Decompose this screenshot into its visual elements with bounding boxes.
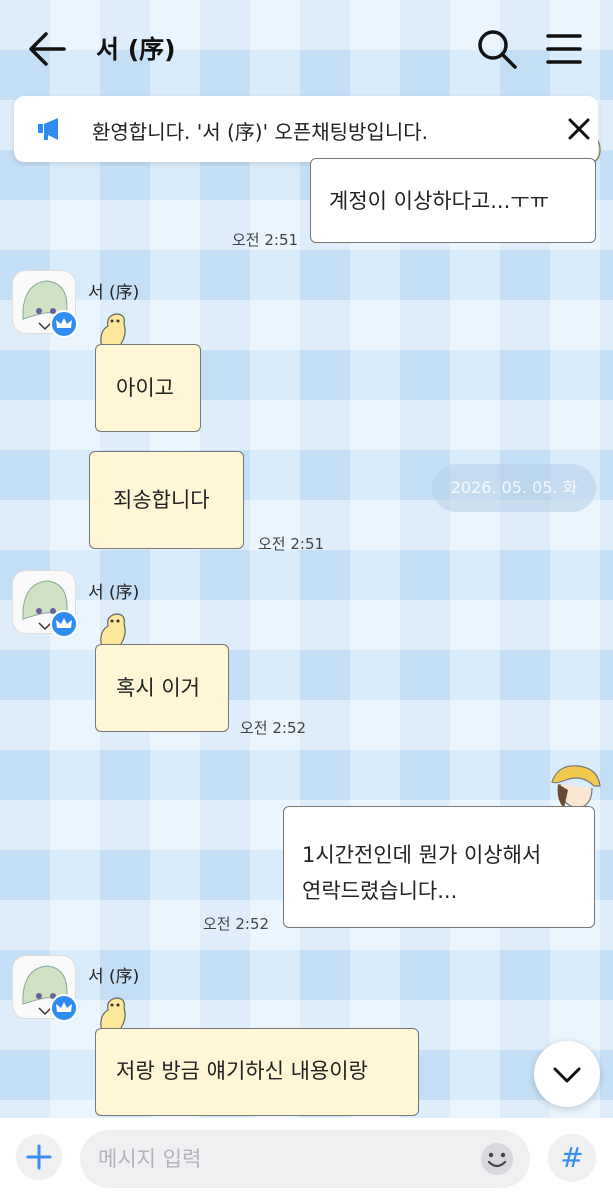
message-bubble-incoming[interactable]: 저랑 방금 얘기하신 내용이랑 [95, 1028, 419, 1116]
message-bubble-incoming[interactable]: 죄송합니다 [89, 451, 244, 549]
message-text: 죄송합니다 [113, 488, 210, 512]
back-arrow-icon[interactable] [24, 28, 70, 70]
scroll-to-bottom-button[interactable] [534, 1041, 600, 1107]
composer-bar: # [0, 1118, 613, 1200]
attach-button[interactable] [16, 1134, 62, 1180]
megaphone-icon [38, 118, 58, 140]
message-time: 오전 2:51 [258, 535, 325, 553]
sender-sticker-icon [551, 765, 601, 809]
message-text: 계정이 이상하다고...ㅜㅠ [329, 189, 549, 213]
sender-name: 서 (序) [88, 967, 140, 987]
top-bar: 서 (序) [0, 0, 613, 100]
message-text: 저랑 방금 얘기하신 내용이랑 [116, 1059, 368, 1083]
menu-icon[interactable] [542, 28, 586, 70]
plus-icon [26, 1144, 52, 1170]
message-time: 오전 2:52 [203, 915, 270, 933]
sender-name: 서 (序) [88, 583, 140, 603]
search-icon[interactable] [474, 26, 520, 72]
message-bubble-outgoing[interactable]: 1시간전인데 뭔가 이상해서 연락드렸습니다... [283, 806, 595, 928]
chevron-down-icon [553, 1067, 581, 1083]
message-bubble-incoming[interactable]: 혹시 이거 [95, 644, 229, 732]
chat-title: 서 (序) [96, 35, 176, 64]
notice-text: 환영합니다. '서 (序)' 오픈채팅방입니다. [92, 120, 428, 144]
message-time: 오전 2:51 [232, 231, 299, 249]
notice-banner[interactable]: 환영합니다. '서 (序)' 오픈채팅방입니다. [14, 96, 598, 162]
message-text-line: 1시간전인데 뭔가 이상해서 [302, 843, 542, 867]
message-text: 혹시 이거 [116, 676, 200, 700]
emoji-icon[interactable] [478, 1140, 516, 1178]
crown-badge-icon [50, 994, 78, 1022]
message-text: 아이고 [116, 376, 174, 400]
crown-badge-icon [50, 610, 78, 638]
message-bubble-outgoing[interactable]: 계정이 이상하다고...ㅜㅠ [310, 158, 596, 243]
crown-badge-icon [50, 310, 78, 338]
hashtag-button[interactable]: # [548, 1134, 596, 1182]
message-input[interactable] [80, 1130, 530, 1188]
message-time: 오전 2:52 [240, 719, 307, 737]
date-divider: 2026. 05. 05. 화 [432, 464, 596, 512]
sender-name: 서 (序) [88, 283, 140, 303]
message-bubble-incoming[interactable]: 아이고 [95, 344, 201, 432]
message-text-line: 연락드렸습니다... [302, 879, 458, 903]
close-icon[interactable] [566, 116, 592, 142]
